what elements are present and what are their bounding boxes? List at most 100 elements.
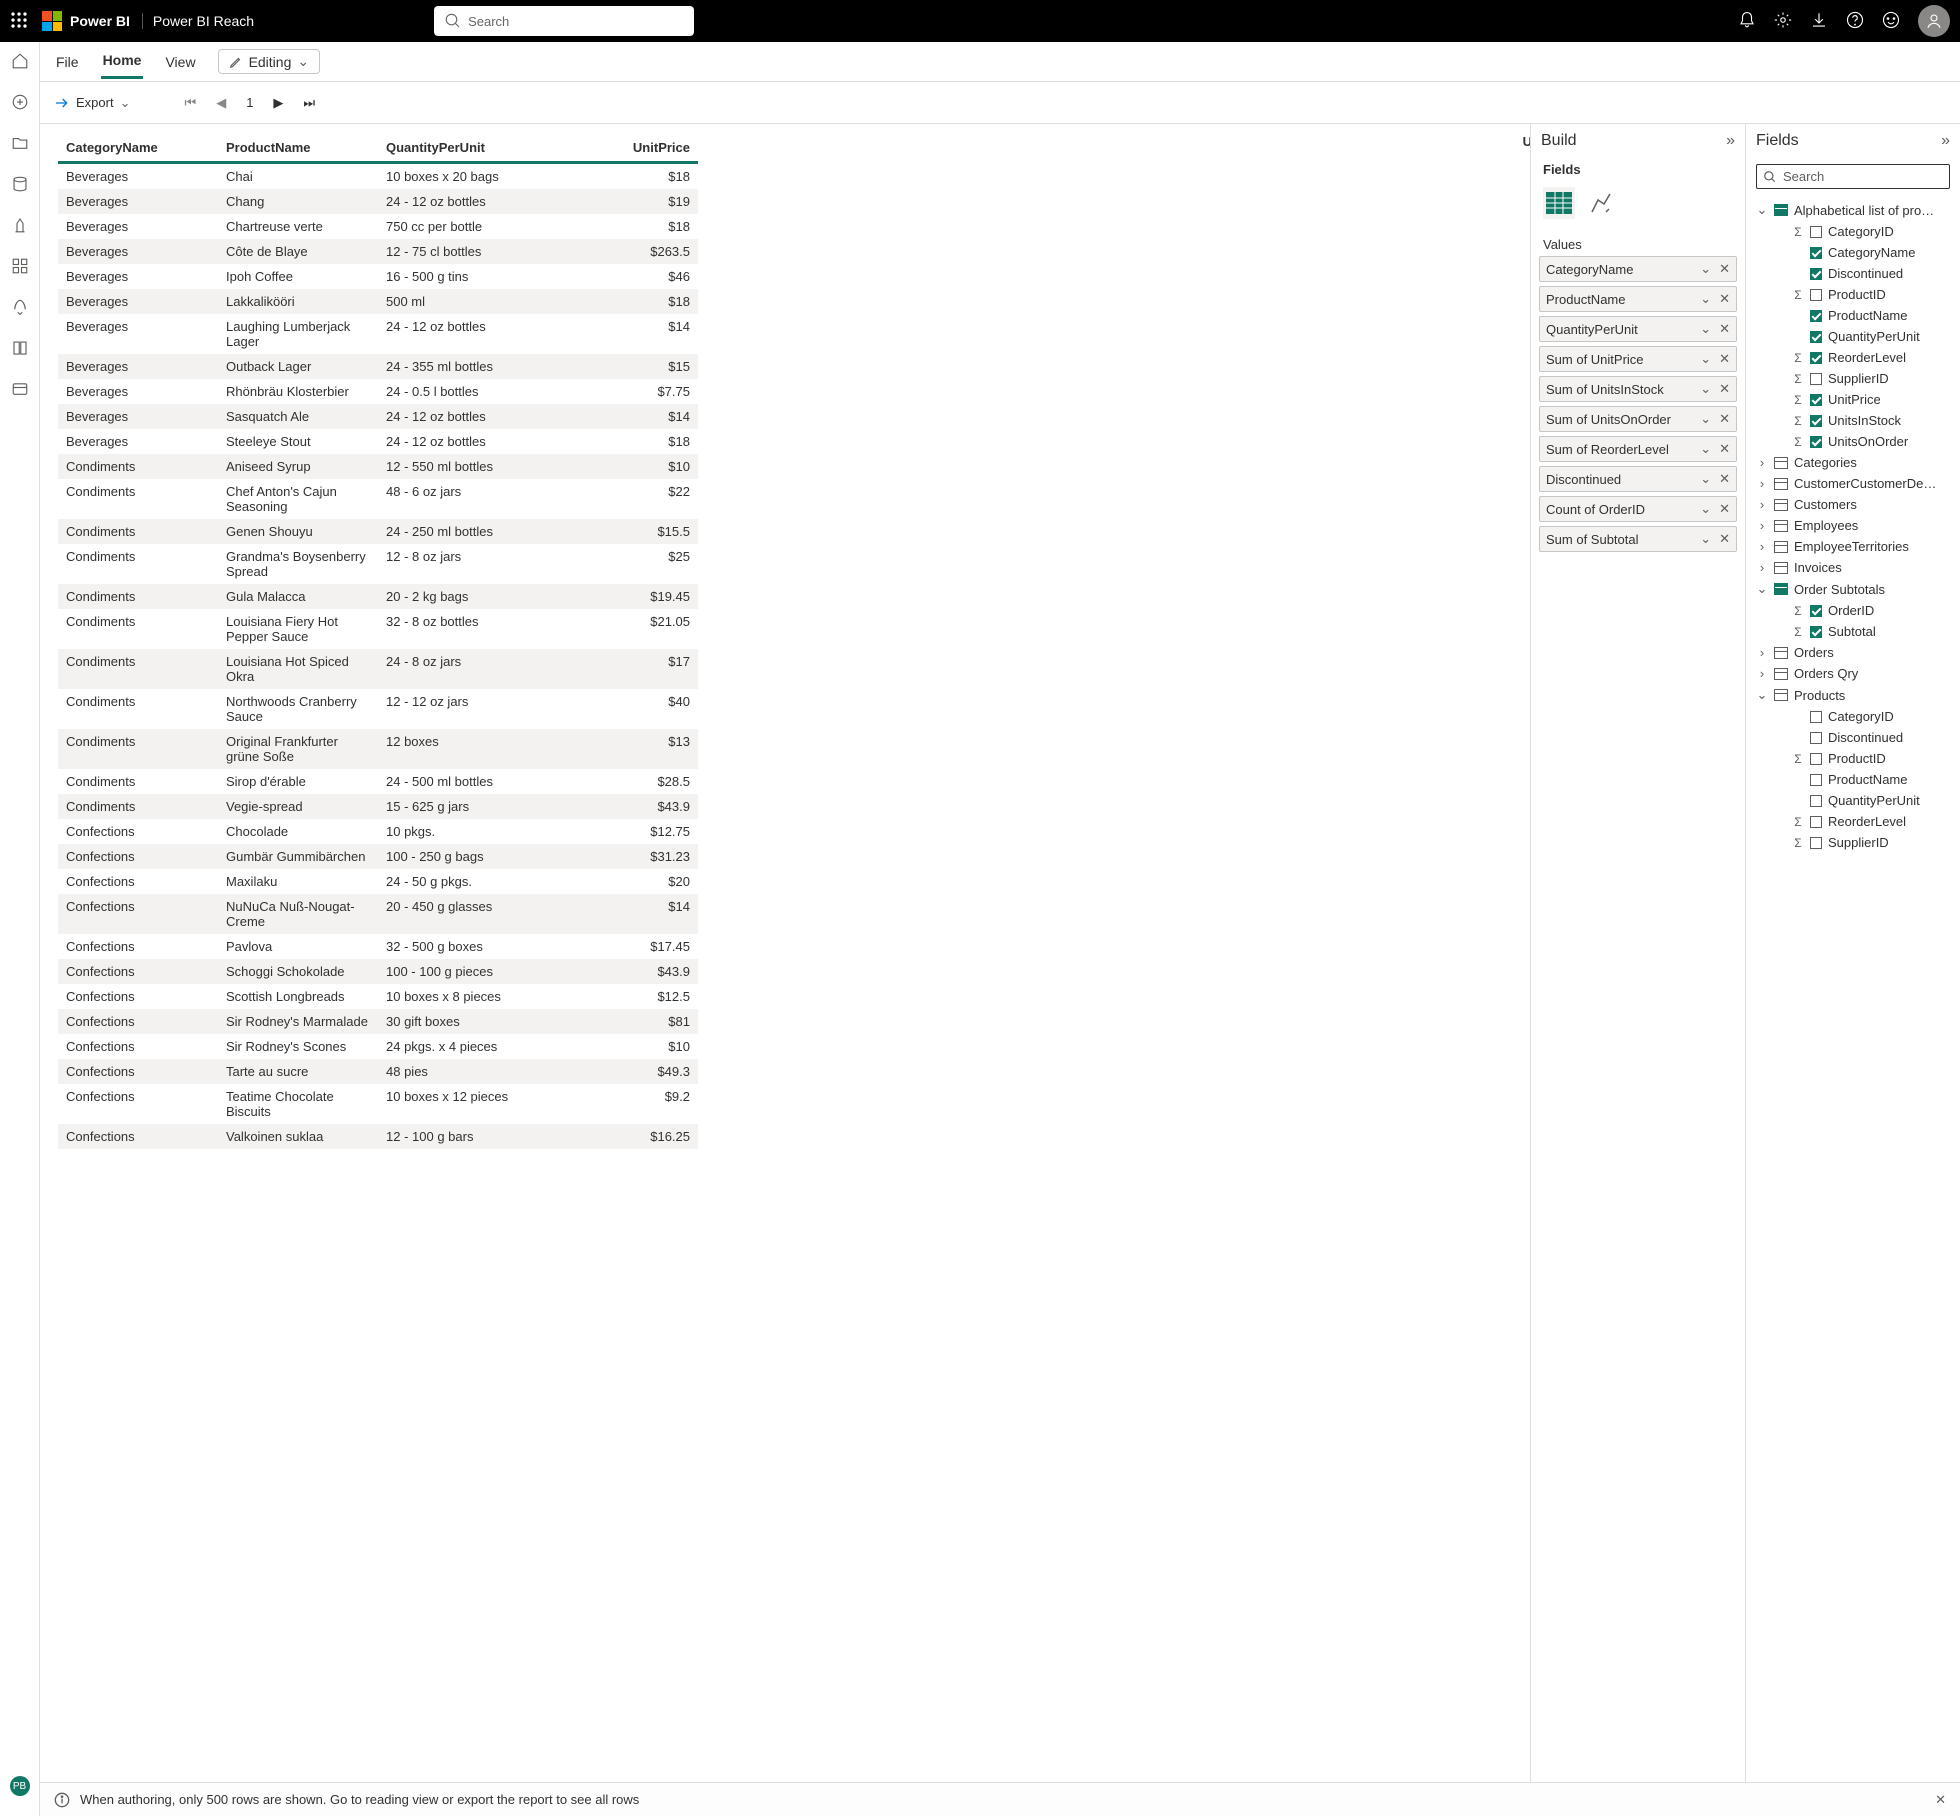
table-row[interactable]: BeveragesSasquatch Ale24 - 12 oz bottles…: [58, 404, 698, 429]
table-node[interactable]: ›Employees: [1746, 515, 1960, 536]
table-row[interactable]: ConfectionsChocolade10 pkgs.$12.75: [58, 819, 698, 844]
table-node[interactable]: ›CustomerCustomerDe…: [1746, 473, 1960, 494]
tab-file[interactable]: File: [54, 46, 81, 78]
collapse-icon[interactable]: »: [1726, 132, 1735, 150]
checkbox[interactable]: [1810, 352, 1822, 364]
remove-icon[interactable]: ✕: [1719, 501, 1730, 517]
table-node[interactable]: ›EmployeeTerritories: [1746, 536, 1960, 557]
data-hub-icon[interactable]: [11, 175, 29, 196]
remove-icon[interactable]: ✕: [1719, 441, 1730, 457]
table-visual-icon[interactable]: [1543, 187, 1575, 219]
global-search[interactable]: Search: [434, 6, 694, 36]
remove-icon[interactable]: ✕: [1719, 531, 1730, 547]
table-node[interactable]: ›Orders: [1746, 642, 1960, 663]
table-row[interactable]: CondimentsVegie-spread15 - 625 g jars$43…: [58, 794, 698, 819]
checkbox[interactable]: [1810, 774, 1822, 786]
tab-home[interactable]: Home: [101, 44, 144, 79]
field-well[interactable]: CategoryName⌄✕: [1539, 256, 1737, 282]
col-header[interactable]: UnitPrice: [538, 134, 698, 163]
table-row[interactable]: BeveragesOutback Lager24 - 355 ml bottle…: [58, 354, 698, 379]
fields-search[interactable]: Search: [1756, 164, 1950, 189]
apps-icon[interactable]: [11, 257, 29, 278]
table-row[interactable]: BeveragesLaughing Lumberjack Lager24 - 1…: [58, 314, 698, 354]
checkbox[interactable]: [1810, 373, 1822, 385]
table-row[interactable]: CondimentsGenen Shouyu24 - 250 ml bottle…: [58, 519, 698, 544]
table-row[interactable]: BeveragesRhönbräu Klosterbier24 - 0.5 l …: [58, 379, 698, 404]
field-node[interactable]: ΣSupplierID: [1746, 368, 1960, 389]
table-row[interactable]: CondimentsLouisiana Hot Spiced Okra24 - …: [58, 649, 698, 689]
table-row[interactable]: CondimentsChef Anton's Cajun Seasoning48…: [58, 479, 698, 519]
workspace-badge[interactable]: PB: [10, 1776, 30, 1796]
checkbox[interactable]: [1810, 436, 1822, 448]
checkbox[interactable]: [1810, 415, 1822, 427]
table-row[interactable]: ConfectionsNuNuCa Nuß-Nougat-Creme20 - 4…: [58, 894, 698, 934]
settings-icon[interactable]: [1774, 11, 1792, 32]
table-row[interactable]: ConfectionsTeatime Chocolate Biscuits10 …: [58, 1084, 698, 1124]
field-node[interactable]: ProductName: [1746, 305, 1960, 326]
chevron-down-icon[interactable]: ⌄: [1700, 321, 1711, 337]
help-icon[interactable]: [1846, 11, 1864, 32]
field-well[interactable]: Discontinued⌄✕: [1539, 466, 1737, 492]
create-icon[interactable]: [11, 93, 29, 114]
table-node[interactable]: ⌄Products: [1746, 684, 1960, 706]
table-row[interactable]: BeveragesLakkalikööri500 ml$18: [58, 289, 698, 314]
field-well[interactable]: Sum of UnitsInStock⌄✕: [1539, 376, 1737, 402]
table-row[interactable]: BeveragesChartreuse verte750 cc per bott…: [58, 214, 698, 239]
checkbox[interactable]: [1810, 310, 1822, 322]
checkbox[interactable]: [1810, 289, 1822, 301]
table-row[interactable]: BeveragesIpoh Coffee16 - 500 g tins$46: [58, 264, 698, 289]
col-header[interactable]: QuantityPerUnit: [378, 134, 538, 163]
table-row[interactable]: ConfectionsPavlova32 - 500 g boxes$17.45: [58, 934, 698, 959]
expand-icon[interactable]: ›: [1756, 476, 1768, 491]
table-row[interactable]: CondimentsAniseed Syrup12 - 550 ml bottl…: [58, 454, 698, 479]
field-node[interactable]: ΣSubtotal: [1746, 621, 1960, 642]
collapse-icon[interactable]: »: [1941, 132, 1950, 150]
table-row[interactable]: ConfectionsValkoinen suklaa12 - 100 g ba…: [58, 1124, 698, 1149]
export-button[interactable]: Export ⌄: [54, 95, 130, 111]
expand-icon[interactable]: ›: [1756, 560, 1768, 575]
expand-icon[interactable]: ⌄: [1756, 581, 1768, 597]
expand-icon[interactable]: ›: [1756, 518, 1768, 533]
table-row[interactable]: ConfectionsSir Rodney's Marmalade30 gift…: [58, 1009, 698, 1034]
field-node[interactable]: Discontinued: [1746, 263, 1960, 284]
remove-icon[interactable]: ✕: [1719, 291, 1730, 307]
chevron-down-icon[interactable]: ⌄: [1700, 291, 1711, 307]
chevron-down-icon[interactable]: ⌄: [1700, 261, 1711, 277]
field-well[interactable]: Count of OrderID⌄✕: [1539, 496, 1737, 522]
field-node[interactable]: ΣProductID: [1746, 748, 1960, 769]
remove-icon[interactable]: ✕: [1719, 351, 1730, 367]
field-node[interactable]: ΣReorderLevel: [1746, 811, 1960, 832]
field-node[interactable]: Discontinued: [1746, 727, 1960, 748]
chevron-down-icon[interactable]: ⌄: [1700, 471, 1711, 487]
table-row[interactable]: BeveragesCôte de Blaye12 - 75 cl bottles…: [58, 239, 698, 264]
field-node[interactable]: ΣUnitsInStock: [1746, 410, 1960, 431]
expand-icon[interactable]: ›: [1756, 455, 1768, 470]
account-avatar[interactable]: [1918, 5, 1950, 37]
table-node[interactable]: ⌄Order Subtotals: [1746, 578, 1960, 600]
field-node[interactable]: QuantityPerUnit: [1746, 326, 1960, 347]
expand-icon[interactable]: ›: [1756, 666, 1768, 681]
tab-view[interactable]: View: [163, 46, 197, 78]
table-node[interactable]: ›Customers: [1746, 494, 1960, 515]
download-icon[interactable]: [1810, 11, 1828, 32]
field-well[interactable]: ProductName⌄✕: [1539, 286, 1737, 312]
field-well[interactable]: QuantityPerUnit⌄✕: [1539, 316, 1737, 342]
remove-icon[interactable]: ✕: [1719, 381, 1730, 397]
checkbox[interactable]: [1810, 795, 1822, 807]
browse-icon[interactable]: [11, 134, 29, 155]
table-row[interactable]: CondimentsLouisiana Fiery Hot Pepper Sau…: [58, 609, 698, 649]
field-node[interactable]: ΣReorderLevel: [1746, 347, 1960, 368]
table-node[interactable]: ›Invoices: [1746, 557, 1960, 578]
table-row[interactable]: CondimentsNorthwoods Cranberry Sauce12 -…: [58, 689, 698, 729]
table-row[interactable]: CondimentsGrandma's Boysenberry Spread12…: [58, 544, 698, 584]
table-row[interactable]: ConfectionsMaxilaku24 - 50 g pkgs.$20: [58, 869, 698, 894]
checkbox[interactable]: [1810, 816, 1822, 828]
checkbox[interactable]: [1810, 394, 1822, 406]
app-launcher-icon[interactable]: [10, 11, 28, 32]
chevron-down-icon[interactable]: ⌄: [1700, 441, 1711, 457]
field-node[interactable]: ΣCategoryID: [1746, 221, 1960, 242]
expand-icon[interactable]: ›: [1756, 497, 1768, 512]
learn-icon[interactable]: [11, 339, 29, 360]
deployment-icon[interactable]: [11, 298, 29, 319]
last-page-icon[interactable]: ⏭: [303, 95, 315, 111]
